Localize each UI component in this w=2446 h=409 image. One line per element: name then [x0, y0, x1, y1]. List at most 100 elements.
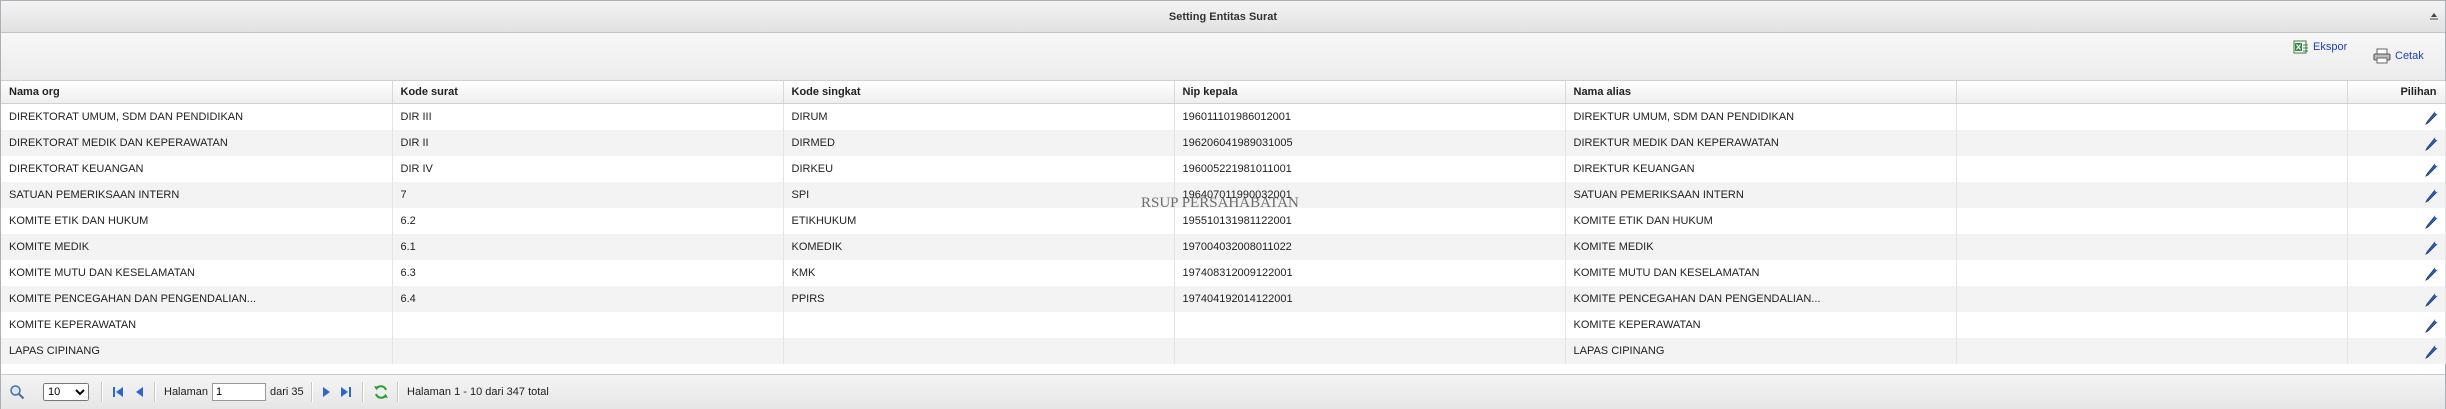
cell-nama-org: DIREKTORAT MEDIK DAN KEPERAWATAN — [1, 130, 393, 156]
edit-button[interactable] — [2347, 156, 2446, 182]
table-row[interactable]: LAPAS CIPINANG LAPAS CIPINANG — [1, 338, 2446, 364]
column-header-nip-kepala[interactable]: Nip kepala — [1174, 81, 1566, 104]
column-header-pilihan: Pilihan — [2347, 81, 2446, 104]
cell-nip-kepala: 196005221981011001 — [1174, 156, 1566, 182]
data-grid: Nama org Kode surat Kode singkat Nip kep… — [1, 81, 2446, 364]
cell-nip-kepala: 197004032008011022 — [1174, 234, 1566, 260]
pager-separator — [311, 382, 313, 402]
pencil-icon — [2424, 110, 2438, 125]
cell-kode-surat — [392, 312, 784, 338]
first-page-icon — [113, 387, 123, 397]
edit-button[interactable] — [2347, 260, 2446, 286]
window-titlebar: Setting Entitas Surat — [1, 1, 2445, 33]
cell-kode-singkat — [783, 338, 1175, 364]
cell-kode-surat: 7 — [392, 182, 784, 208]
pencil-icon — [2424, 344, 2438, 359]
cell-kode-singkat: KOMEDIK — [783, 234, 1175, 260]
edit-button[interactable] — [2347, 208, 2446, 234]
cell-kode-singkat — [783, 312, 1175, 338]
cell-nip-kepala: 197404192014122001 — [1174, 286, 1566, 312]
cell-kode-surat: DIR IV — [392, 156, 784, 182]
last-page-button[interactable] — [339, 385, 353, 399]
table-row[interactable]: DIREKTORAT MEDIK DAN KEPERAWATAN DIR II DI… — [1, 130, 2446, 156]
table-row[interactable]: KOMITE KEPERAWATAN KOMITE KEPERAWATAN — [1, 312, 2446, 338]
cell-nama-org: KOMITE ETIK DAN HUKUM — [1, 208, 393, 234]
last-page-icon — [341, 387, 351, 397]
cell-blank — [1956, 234, 2348, 260]
export-excel-icon — [2293, 40, 2308, 54]
cell-blank — [1956, 260, 2348, 286]
cell-kode-singkat: SPI — [783, 182, 1175, 208]
pencil-icon — [2424, 318, 2438, 333]
cell-nama-alias: DIREKTUR MEDIK DAN KEPERAWATAN — [1565, 130, 1957, 156]
collapse-icon[interactable] — [2429, 11, 2439, 21]
pencil-icon — [2424, 214, 2438, 229]
table-row[interactable]: KOMITE MEDIK 6.1 KOMEDIK 197004032008011022… — [1, 234, 2446, 260]
search-button[interactable] — [9, 384, 25, 400]
edit-button[interactable] — [2347, 103, 2446, 130]
pager-separator — [362, 382, 364, 402]
cell-kode-singkat: DIRKEU — [783, 156, 1175, 182]
export-label: Ekspor — [2313, 41, 2348, 53]
cell-nama-alias: SATUAN PEMERIKSAAN INTERN — [1565, 182, 1957, 208]
refresh-button[interactable] — [373, 384, 389, 400]
column-header-nama-alias[interactable]: Nama alias — [1565, 81, 1957, 104]
next-page-button[interactable] — [319, 385, 333, 399]
cell-blank — [1956, 103, 2348, 130]
cell-nama-alias: KOMITE MUTU DAN KESELAMATAN — [1565, 260, 1957, 286]
cell-nama-alias: KOMITE PENCEGAHAN DAN PENGENDALIAN... — [1565, 286, 1957, 312]
cell-kode-singkat: PPIRS — [783, 286, 1175, 312]
pager-separator — [397, 382, 399, 402]
table-row[interactable]: KOMITE ETIK DAN HUKUM 6.2 ETIKHUKUM 1955101… — [1, 208, 2446, 234]
table-row[interactable]: KOMITE PENCEGAHAN DAN PENGENDALIAN... 6.4… — [1, 286, 2446, 312]
page-size-select[interactable]: 10 — [43, 383, 89, 401]
print-button[interactable]: Cetak — [2373, 48, 2424, 64]
edit-button[interactable] — [2347, 234, 2446, 260]
edit-button[interactable] — [2347, 312, 2446, 338]
cell-kode-singkat: ETIKHUKUM — [783, 208, 1175, 234]
print-label: Cetak — [2395, 50, 2424, 62]
column-header-kode-surat[interactable]: Kode surat — [392, 81, 784, 104]
export-button[interactable]: Ekspor — [2293, 39, 2347, 55]
pager-separator — [101, 382, 103, 402]
cell-kode-surat: 6.1 — [392, 234, 784, 260]
search-icon — [10, 385, 25, 400]
table-row[interactable]: KOMITE MUTU DAN KESELAMATAN 6.3 KMK 1974083… — [1, 260, 2446, 286]
window-title: Setting Entitas Surat — [1168, 10, 1278, 23]
cell-kode-surat: 6.2 — [392, 208, 784, 234]
cell-nama-org: KOMITE KEPERAWATAN — [1, 312, 393, 338]
cell-nama-alias: KOMITE KEPERAWATAN — [1565, 312, 1957, 338]
table-row[interactable]: SATUAN PEMERIKSAAN INTERN 7 SPI 19640701199… — [1, 182, 2446, 208]
entity-table: Nama org Kode surat Kode singkat Nip kep… — [1, 81, 2446, 364]
pager-separator — [154, 382, 156, 402]
cell-nama-org: KOMITE MEDIK — [1, 234, 393, 260]
cell-kode-surat — [392, 338, 784, 364]
cell-blank — [1956, 130, 2348, 156]
column-header-nama-org[interactable]: Nama org — [1, 81, 393, 104]
cell-nip-kepala: 196407011990032001 — [1174, 182, 1566, 208]
cell-nama-org: LAPAS CIPINANG — [1, 338, 393, 364]
edit-button[interactable] — [2347, 182, 2446, 208]
cell-nama-org: DIREKTORAT UMUM, SDM DAN PENDIDIKAN — [1, 103, 393, 130]
column-header-blank — [1956, 81, 2348, 104]
pencil-icon — [2424, 292, 2438, 307]
prev-page-button[interactable] — [133, 385, 147, 399]
refresh-icon — [374, 385, 388, 399]
cell-kode-surat: 6.3 — [392, 260, 784, 286]
table-row[interactable]: DIREKTORAT KEUANGAN DIR IV DIRKEU 196005221… — [1, 156, 2446, 182]
cell-blank — [1956, 338, 2348, 364]
prev-page-icon — [136, 387, 143, 397]
page-number-input[interactable] — [212, 383, 267, 401]
pencil-icon — [2424, 266, 2438, 281]
edit-button[interactable] — [2347, 130, 2446, 156]
cell-kode-surat: DIR II — [392, 130, 784, 156]
first-page-button[interactable] — [111, 385, 125, 399]
cell-nip-kepala: 197408312009122001 — [1174, 260, 1566, 286]
cell-blank — [1956, 208, 2348, 234]
edit-button[interactable] — [2347, 286, 2446, 312]
cell-kode-singkat: DIRUM — [783, 103, 1175, 130]
cell-nip-kepala — [1174, 338, 1566, 364]
table-row[interactable]: DIREKTORAT UMUM, SDM DAN PENDIDIKAN DIR I… — [1, 103, 2446, 130]
edit-button[interactable] — [2347, 338, 2446, 364]
column-header-kode-singkat[interactable]: Kode singkat — [783, 81, 1175, 104]
